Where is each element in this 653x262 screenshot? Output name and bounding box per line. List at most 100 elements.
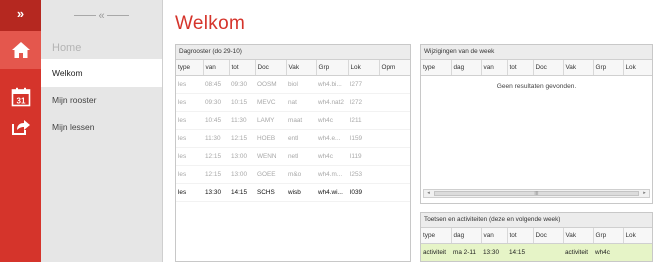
table-row[interactable]: activiteit ma 2-11 13:30 14:15 activiteit wh4… [421,243,652,261]
column-header[interactable]: Lok [623,60,652,76]
table-cell: GOEE [255,165,286,184]
column-header[interactable]: type [421,228,452,244]
table-cell: 10:15 [229,93,255,112]
table-cell: 13:00 [229,165,255,184]
table-cell: SCHS [255,183,286,202]
table-cell: m&o [286,165,316,184]
scroll-left-icon[interactable]: ◂ [424,190,433,197]
table-row[interactable]: les 08:45 09:30 OOSM biol wh4.bi... l277 [176,75,410,94]
table-cell: 13:30 [203,183,229,202]
column-header[interactable]: Grp [316,60,349,76]
home-icon[interactable] [0,31,41,69]
collapse-chevron-icon[interactable]: « [96,10,106,22]
column-header[interactable]: Lok [623,228,652,244]
wijzigingen-table: type dag van tot Doc Vak Grp Lok [421,60,652,76]
table-cell: 14:15 [507,243,533,261]
side-nav: « Home Welkom Mijn rooster Mijn lessen [41,0,163,262]
toetsen-table: type dag van tot Doc Vak Grp Lok activit… [421,228,652,261]
toetsen-title: Toetsen en activiteiten (deze en volgend… [421,213,652,228]
svg-text:31: 31 [16,96,25,105]
table-cell: l253 [348,165,379,184]
column-header[interactable]: Vak [563,228,594,244]
table-cell: l211 [348,111,379,130]
wijzigingen-panel: Wijzigingen van de week type dag van tot… [420,44,653,204]
table-cell: 09:30 [203,93,229,112]
table-cell: les [176,75,203,94]
column-header[interactable]: Grp [593,60,624,76]
nav-item-welkom[interactable]: Welkom [41,59,162,87]
column-header[interactable]: Grp [593,228,624,244]
table-cell [379,147,410,166]
table-row[interactable]: les 09:30 10:15 MEVC nat wh4.nat2 l272 [176,93,410,112]
table-cell [379,93,410,112]
table-cell: 11:30 [229,111,255,130]
table-cell: WENN [255,147,286,166]
horizontal-scrollbar[interactable]: ◂ III ▸ [423,189,650,198]
divider [74,15,97,16]
table-cell: LAMY [255,111,286,130]
table-cell [623,243,652,261]
toetsen-panel: Toetsen en activiteiten (deze en volgend… [420,212,653,262]
column-header[interactable]: Vak [563,60,594,76]
nav-collapse-button[interactable]: « [41,0,162,31]
table-row[interactable]: les 13:30 14:15 SCHS wisb wh4.wi... l039 [176,183,410,202]
column-header[interactable]: Doc [533,60,564,76]
table-row[interactable]: les 10:45 11:30 LAMY maat wh4c l211 [176,111,410,130]
column-header[interactable]: tot [229,60,256,76]
dagrooster-panel: Dagrooster (do 29-10) type van tot Doc V… [175,44,411,262]
table-cell: 13:00 [229,147,255,166]
table-cell: wh4.e... [316,129,348,148]
column-header[interactable]: dag [451,60,482,76]
table-cell: biol [286,75,316,94]
table-cell: wh4.bi... [316,75,348,94]
table-row[interactable]: les 12:15 13:00 GOEE m&o wh4.m... l253 [176,165,410,184]
table-cell: 12:15 [203,165,229,184]
scrollbar-thumb[interactable]: III [434,191,639,197]
table-row[interactable]: les 11:30 12:15 HOEB entl wh4.e... l159 [176,129,410,148]
table-cell [379,183,410,202]
dagrooster-table: type van tot Doc Vak Grp Lok Opm les 08:4… [176,60,410,202]
table-cell: wh4c [593,243,623,261]
table-cell: 09:30 [229,75,255,94]
column-header[interactable]: Doc [255,60,287,76]
column-header[interactable]: Doc [533,228,564,244]
share-icon[interactable] [0,108,41,146]
scroll-right-icon[interactable]: ▸ [640,190,649,197]
table-cell [533,243,563,261]
table-row[interactable]: les 12:15 13:00 WENN netl wh4c l119 [176,147,410,166]
table-cell: l277 [348,75,379,94]
column-header[interactable]: Vak [286,60,317,76]
table-cell: wh4.wi... [316,183,348,202]
empty-state-text: Geen resultaten gevonden. [496,83,577,90]
column-header[interactable]: dag [451,228,482,244]
column-header[interactable]: type [176,60,204,76]
nav-item-mijn-rooster[interactable]: Mijn rooster [41,86,162,114]
table-cell: les [176,183,203,202]
table-cell: l159 [348,129,379,148]
column-header[interactable]: Lok [348,60,380,76]
column-header[interactable]: Opm [379,60,410,76]
column-header[interactable]: type [421,60,452,76]
table-cell: 10:45 [203,111,229,130]
column-header[interactable]: van [481,60,508,76]
column-header[interactable]: van [203,60,230,76]
column-header[interactable]: van [481,228,508,244]
table-cell: 12:15 [203,147,229,166]
table-cell: nat [286,93,316,112]
column-header[interactable]: tot [507,60,534,76]
table-cell: wh4.m... [316,165,348,184]
table-cell: entl [286,129,316,148]
table-cell [379,129,410,148]
table-cell: l272 [348,93,379,112]
table-cell [379,111,410,130]
dagrooster-title: Dagrooster (do 29-10) [176,45,410,60]
rail-collapse-button[interactable]: » [0,0,41,31]
table-cell: les [176,93,203,112]
table-cell: les [176,111,203,130]
wijzigingen-title: Wijzigingen van de week [421,45,652,60]
column-header[interactable]: tot [507,228,534,244]
table-cell: HOEB [255,129,286,148]
table-cell: 13:30 [481,243,507,261]
page-title: Welkom [175,13,246,34]
nav-item-mijn-lessen[interactable]: Mijn lessen [41,113,162,141]
